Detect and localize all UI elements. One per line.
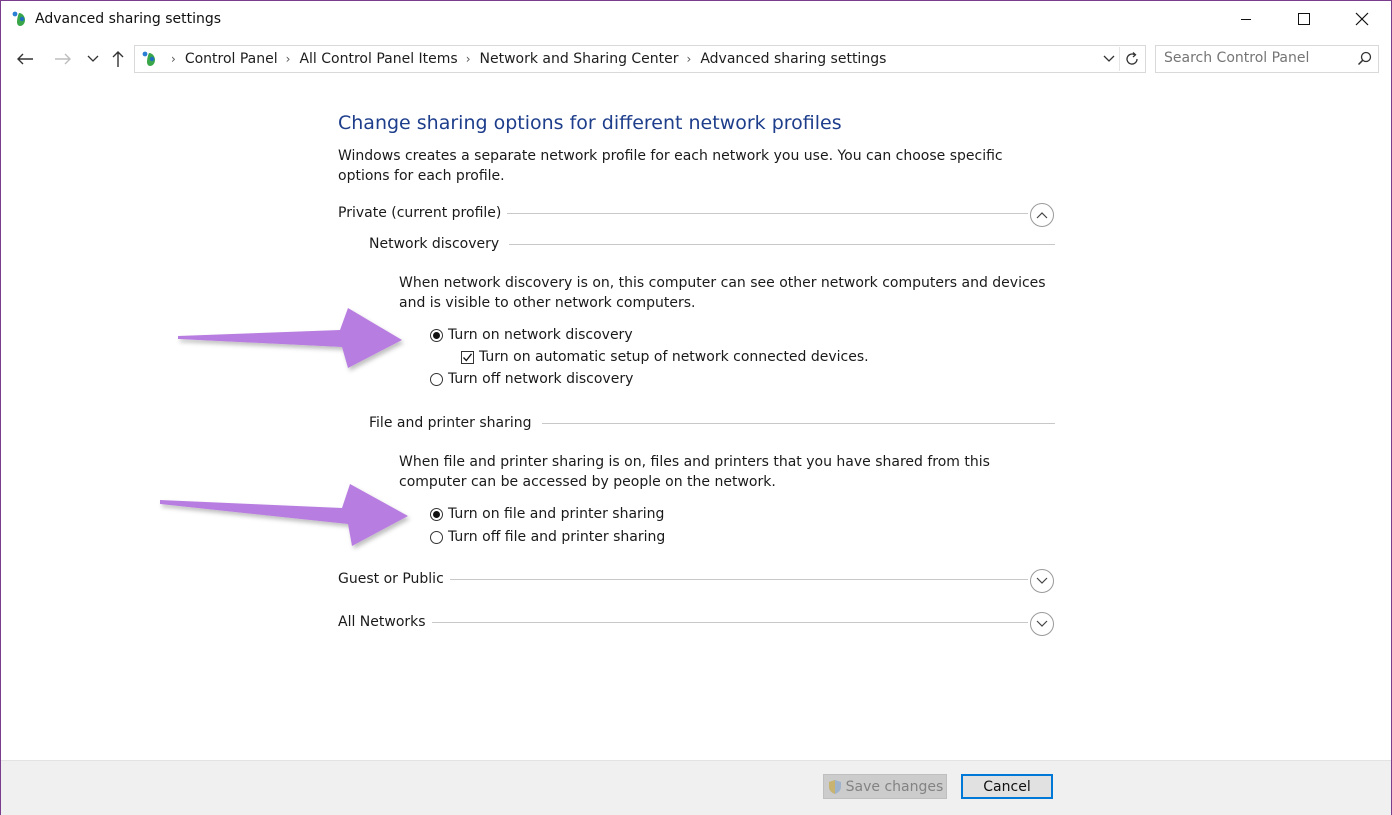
divider — [449, 578, 1028, 580]
annotation-arrow-icon — [160, 484, 408, 546]
refresh-icon — [1126, 52, 1138, 65]
divider — [507, 212, 1028, 214]
profile-label-all-networks: All Networks — [338, 614, 426, 630]
address-bar[interactable]: › Control Panel › All Control Panel Item… — [134, 45, 1146, 73]
maximize-button[interactable] — [1275, 1, 1333, 37]
chevron-right-icon[interactable]: › — [466, 52, 471, 66]
close-icon — [1355, 12, 1369, 26]
option-label[interactable]: Turn on automatic setup of network conne… — [479, 349, 869, 365]
profile-label-guest-public: Guest or Public — [338, 571, 444, 587]
checkbox-auto-setup[interactable]: Turn on automatic setup of network conne… — [461, 349, 869, 365]
profile-header-private[interactable]: Private (current profile) — [338, 203, 1028, 223]
radio-button[interactable] — [430, 530, 443, 544]
chevron-down-icon — [87, 55, 99, 62]
file-printer-sharing-label: File and printer sharing — [369, 415, 532, 431]
breadcrumb-control-panel[interactable]: Control Panel — [185, 51, 278, 67]
network-discovery-header: Network discovery — [369, 234, 1055, 254]
back-button[interactable] — [13, 47, 37, 71]
chevron-up-icon — [1036, 212, 1048, 219]
radio-button[interactable] — [430, 328, 443, 342]
cancel-button[interactable]: Cancel — [961, 774, 1053, 799]
file-printer-sharing-description: When file and printer sharing is on, fil… — [399, 454, 990, 490]
refresh-button[interactable] — [1119, 47, 1144, 71]
annotation-arrow-icon — [178, 308, 402, 368]
network-discovery-description: When network discovery is on, this compu… — [399, 275, 1046, 311]
up-arrow-icon — [112, 51, 124, 67]
radio-file-sharing-off[interactable]: Turn off file and printer sharing — [430, 529, 665, 545]
breadcrumb: › Control Panel › All Control Panel Item… — [141, 46, 886, 72]
address-dropdown-button[interactable] — [1099, 49, 1119, 69]
footer-bar: Save changes Cancel — [1, 760, 1391, 815]
forward-button[interactable] — [51, 47, 75, 71]
profile-label-private: Private (current profile) — [338, 205, 502, 221]
profile-header-all-networks[interactable]: All Networks — [338, 612, 1028, 632]
back-arrow-icon — [17, 53, 33, 65]
page-title: Change sharing options for different net… — [338, 112, 842, 134]
radio-file-sharing-on[interactable]: Turn on file and printer sharing — [430, 506, 664, 522]
minimize-icon — [1241, 19, 1251, 20]
title-bar[interactable]: Advanced sharing settings — [1, 1, 1391, 37]
option-label[interactable]: Turn on network discovery — [448, 327, 633, 343]
expand-all-networks-button[interactable] — [1030, 612, 1054, 636]
uac-shield-icon — [828, 779, 841, 794]
recent-locations-button[interactable] — [81, 47, 105, 71]
close-button[interactable] — [1333, 1, 1391, 37]
chevron-down-icon — [1036, 577, 1048, 584]
option-label[interactable]: Turn off network discovery — [448, 371, 633, 387]
save-changes-button[interactable]: Save changes — [823, 774, 947, 799]
navigation-bar: › Control Panel › All Control Panel Item… — [1, 37, 1391, 81]
radio-button[interactable] — [430, 507, 443, 521]
collapse-private-button[interactable] — [1030, 203, 1054, 227]
chevron-right-icon[interactable]: › — [171, 52, 176, 66]
network-center-icon — [12, 11, 25, 26]
minimize-button[interactable] — [1217, 1, 1275, 37]
forward-arrow-icon — [55, 53, 71, 65]
network-discovery-label: Network discovery — [369, 236, 500, 252]
radio-network-discovery-off[interactable]: Turn off network discovery — [430, 371, 633, 387]
breadcrumb-network-sharing-center[interactable]: Network and Sharing Center — [480, 51, 679, 67]
window-title: Advanced sharing settings — [35, 11, 222, 27]
checkmark-icon — [463, 352, 473, 362]
save-changes-label: Save changes — [845, 778, 944, 795]
option-label[interactable]: Turn on file and printer sharing — [448, 506, 664, 522]
network-center-icon — [142, 51, 155, 66]
chevron-right-icon[interactable]: › — [286, 52, 291, 66]
search-icon[interactable] — [1357, 51, 1372, 66]
breadcrumb-advanced-sharing[interactable]: Advanced sharing settings — [700, 51, 886, 67]
chevron-down-icon — [1036, 620, 1048, 627]
search-input[interactable] — [1164, 50, 1344, 66]
file-printer-sharing-header: File and printer sharing — [369, 413, 1055, 433]
option-label[interactable]: Turn off file and printer sharing — [448, 529, 665, 545]
chevron-down-icon — [1103, 55, 1115, 62]
search-box[interactable] — [1155, 45, 1379, 73]
divider — [509, 243, 1055, 245]
breadcrumb-all-items[interactable]: All Control Panel Items — [299, 51, 457, 67]
checkbox[interactable] — [461, 350, 474, 364]
radio-button[interactable] — [430, 372, 443, 386]
radio-network-discovery-on[interactable]: Turn on network discovery — [430, 327, 633, 343]
divider — [541, 422, 1055, 424]
up-button[interactable] — [106, 47, 130, 71]
maximize-icon — [1298, 13, 1310, 25]
divider — [431, 621, 1028, 623]
expand-guest-public-button[interactable] — [1030, 569, 1054, 593]
chevron-right-icon[interactable]: › — [687, 52, 692, 66]
cancel-label: Cancel — [983, 778, 1031, 795]
profile-header-guest-public[interactable]: Guest or Public — [338, 569, 1028, 589]
intro-text: Windows creates a separate network profi… — [338, 148, 1003, 184]
